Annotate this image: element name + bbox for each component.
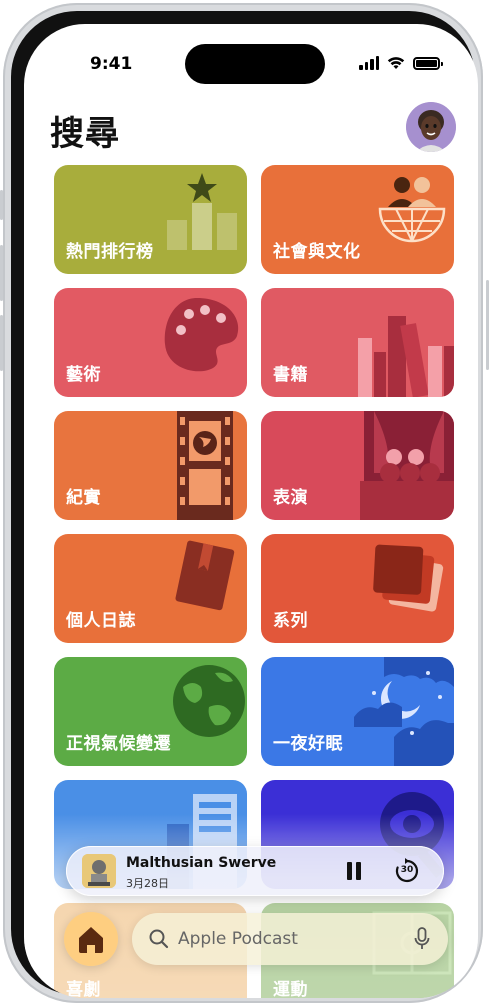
pause-icon [347, 862, 352, 880]
profile-avatar[interactable] [406, 102, 456, 152]
house-icon [79, 927, 103, 953]
search-bar[interactable] [132, 913, 448, 965]
microphone-icon[interactable] [414, 927, 430, 951]
books-icon [358, 316, 454, 397]
category-tile-series[interactable]: 系列 [261, 534, 454, 643]
episode-title: Malthusian Swerve [126, 855, 277, 871]
podcast-artwork-icon [82, 854, 116, 888]
cellular-signal-icon [359, 56, 379, 70]
category-label: 熱門排行榜 [66, 242, 154, 262]
charts-podium-icon [167, 173, 237, 250]
mini-player[interactable]: Malthusian Swerve 3月28日 30 [66, 846, 444, 896]
moon-clouds-icon [354, 657, 454, 766]
category-label: 社會與文化 [273, 242, 361, 262]
category-tile-personal-journals[interactable]: 個人日誌 [54, 534, 247, 643]
search-input[interactable] [178, 927, 398, 951]
skip-forward-button[interactable]: 30 [393, 857, 421, 885]
category-label: 正視氣候變遷 [66, 734, 171, 754]
theater-stage-icon [360, 411, 454, 520]
episode-artwork [82, 854, 116, 888]
pause-button[interactable] [344, 861, 364, 881]
category-label: 個人日誌 [66, 611, 136, 631]
page-title: 搜尋 [50, 114, 120, 154]
category-label: 書籍 [273, 365, 308, 385]
screen: 9:41 搜尋 熱門排行榜 社會與文化 藝術 書籍 紀實 表演 個人日誌 系列 … [24, 24, 478, 998]
globe-people-icon [378, 177, 446, 243]
phone-frame: 9:41 搜尋 熱門排行榜 社會與文化 藝術 書籍 紀實 表演 個人日誌 系列 … [3, 3, 483, 1003]
battery-icon [413, 56, 443, 70]
dynamic-island [185, 44, 325, 84]
stacked-cards-icon [373, 544, 444, 612]
phone-bezel: 9:41 搜尋 熱門排行榜 社會與文化 藝術 書籍 紀實 表演 個人日誌 系列 … [11, 11, 478, 998]
category-tile-society-culture[interactable]: 社會與文化 [261, 165, 454, 274]
wifi-icon [387, 57, 405, 69]
category-label: 藝術 [66, 365, 101, 385]
category-tile-books[interactable]: 書籍 [261, 288, 454, 397]
memoji-avatar-icon [406, 102, 456, 152]
status-icons [359, 56, 443, 70]
category-label: 紀實 [66, 488, 101, 508]
episode-date: 3月28日 [126, 877, 169, 890]
category-tile-charts[interactable]: 熱門排行榜 [54, 165, 247, 274]
category-tile-performing-arts[interactable]: 表演 [261, 411, 454, 520]
magnifying-glass-icon [149, 929, 169, 949]
category-label: 一夜好眠 [273, 734, 343, 754]
category-label: 系列 [273, 611, 308, 631]
bottom-fade-overlay [24, 814, 478, 998]
journal-book-icon [175, 540, 235, 611]
film-strip-globe-icon [177, 411, 233, 520]
palette-icon [164, 298, 239, 372]
category-tile-sleep[interactable]: 一夜好眠 [261, 657, 454, 766]
skip-seconds-label: 30 [400, 865, 414, 875]
category-tile-documentary[interactable]: 紀實 [54, 411, 247, 520]
status-time: 9:41 [90, 54, 133, 74]
category-tile-climate-change[interactable]: 正視氣候變遷 [54, 657, 247, 766]
category-tile-arts[interactable]: 藝術 [54, 288, 247, 397]
category-label: 表演 [273, 488, 308, 508]
home-tab-button[interactable] [64, 912, 118, 966]
